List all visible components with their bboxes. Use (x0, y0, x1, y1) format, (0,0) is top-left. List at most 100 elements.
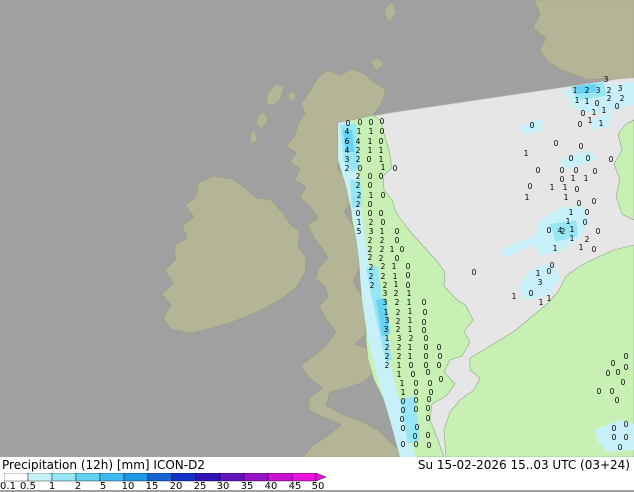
precip-value-label: 0 (547, 226, 552, 235)
precip-value-label: 0 (585, 208, 590, 217)
precip-value-label: 0 (536, 166, 541, 175)
precip-value-label: 0 (379, 209, 384, 218)
precip-value-label: 6 (345, 137, 350, 146)
precip-value-label: 2 (368, 253, 373, 262)
precip-value-label: 0 (415, 423, 420, 432)
precip-value-label: 3 (538, 278, 543, 287)
precip-value-label: 2 (356, 181, 361, 190)
precip-value-label: 0 (472, 268, 477, 277)
colorbar-segment (75, 473, 101, 482)
colorbar-segment (4, 473, 29, 482)
precip-value-label: 1 (407, 298, 412, 307)
precip-value-label: 0 (530, 121, 535, 130)
precip-value-label: 0 (437, 361, 442, 370)
precip-value-label: 3 (397, 334, 402, 343)
colorbar-segment (291, 473, 317, 482)
precip-value-label: 0 (379, 172, 384, 181)
colorbar-tick-label: 25 (193, 481, 207, 492)
colorbar-tick-label: 20 (169, 481, 183, 492)
precip-value-label: 2 (409, 334, 414, 343)
precip-value-label: 2 (369, 218, 374, 227)
precip-value-label: 2 (345, 164, 350, 173)
precip-value-label: 2 (357, 191, 362, 200)
precip-value-label: 3 (596, 86, 601, 95)
precip-value-label: 0 (579, 142, 584, 151)
precip-value-label: 2 (369, 272, 374, 281)
precip-value-label: 0 (610, 387, 615, 396)
precip-value-label: 1 (357, 127, 362, 136)
colorbar-tick-label: 30 (216, 481, 230, 492)
colorbar-tick-label: 50 (311, 481, 325, 492)
precip-value-label: 1 (368, 137, 373, 146)
precip-value-label: 0 (578, 120, 583, 129)
precip-value-label: 1 (408, 316, 413, 325)
precip-value-label: 2 (385, 343, 390, 352)
map-frame: 3123231102201100110000041106410421132012… (0, 0, 634, 492)
precip-value-label: 0 (401, 440, 406, 449)
precip-value-label: 0 (615, 102, 620, 111)
colorbar-segment (27, 473, 53, 482)
colorbar-segment (147, 473, 173, 482)
precip-value-label: 0 (615, 396, 620, 405)
precip-value-label: 5 (357, 227, 362, 236)
precip-value-label: 2 (396, 325, 401, 334)
precip-value-label: 1 (401, 388, 406, 397)
precip-value-label: 0 (424, 343, 429, 352)
precip-value-label: 1 (397, 370, 402, 379)
precip-value-label: 3 (383, 289, 388, 298)
colorbar-tick-label: 15 (145, 481, 159, 492)
precip-value-label: 1 (573, 86, 578, 95)
precip-value-label: 2 (356, 146, 361, 155)
precip-value-label: 2 (396, 308, 401, 317)
colorbar-segment (267, 473, 293, 482)
precip-value-label: 0 (583, 218, 588, 227)
precip-value-label: 2 (585, 235, 590, 244)
precip-value-label: 1 (579, 243, 584, 252)
precip-value-label: 0 (356, 209, 361, 218)
precip-value-label: 1 (357, 218, 362, 227)
precip-value-label: 1 (569, 208, 574, 217)
precip-value-label: 0 (426, 414, 431, 423)
precip-value-label: 1 (584, 174, 589, 183)
precip-value-label: 0 (414, 379, 419, 388)
precip-value-label: 0 (624, 420, 629, 429)
precip-value-label: 2 (620, 94, 625, 103)
colorbar-segment (219, 473, 245, 482)
precip-value-label: 0 (592, 245, 597, 254)
precip-value-label: 2 (397, 343, 402, 352)
precip-value-label: 0 (400, 245, 405, 254)
precip-value-label: 0 (428, 379, 433, 388)
precip-value-label: 1 (536, 269, 541, 278)
precip-value-label: 0 (529, 289, 534, 298)
precip-value-label: 2 (380, 236, 385, 245)
precip-value-label: 2 (356, 172, 361, 181)
precip-value-label: 0 (379, 137, 384, 146)
precip-value-label: 0 (381, 218, 386, 227)
precip-value-label: 1 (525, 193, 530, 202)
precip-value-label: 3 (604, 75, 609, 84)
colorbar-segment (171, 473, 197, 482)
precip-value-label: 2 (607, 94, 612, 103)
precip-value-label: 1 (585, 97, 590, 106)
precip-value-label: 1 (599, 119, 604, 128)
precip-value-label: 1 (571, 174, 576, 183)
precip-value-label: 4 (345, 127, 350, 136)
precip-value-label: 0 (586, 154, 591, 163)
precip-value-label: 0 (437, 343, 442, 352)
precip-value-label: 0 (528, 182, 533, 191)
precip-value-label: 0 (569, 154, 574, 163)
precip-value-label: 0 (624, 363, 629, 372)
colorbar-tick-label: 35 (240, 481, 254, 492)
colorbar-tick-label: 2 (74, 481, 82, 492)
precip-value-label: 0 (596, 227, 601, 236)
colorbar-segment (243, 473, 269, 482)
precip-value-label: 0 (547, 267, 552, 276)
colorbar-tick-label: 45 (288, 481, 302, 492)
precip-value-label: 0 (612, 433, 617, 442)
precip-value-label: 2 (368, 236, 373, 245)
precip-value-label: 4 (558, 226, 563, 235)
precip-value-label: 0 (597, 387, 602, 396)
precip-value-label: 1 (400, 379, 405, 388)
precip-value-label: 1 (539, 298, 544, 307)
precip-value-label: 1 (524, 149, 529, 158)
